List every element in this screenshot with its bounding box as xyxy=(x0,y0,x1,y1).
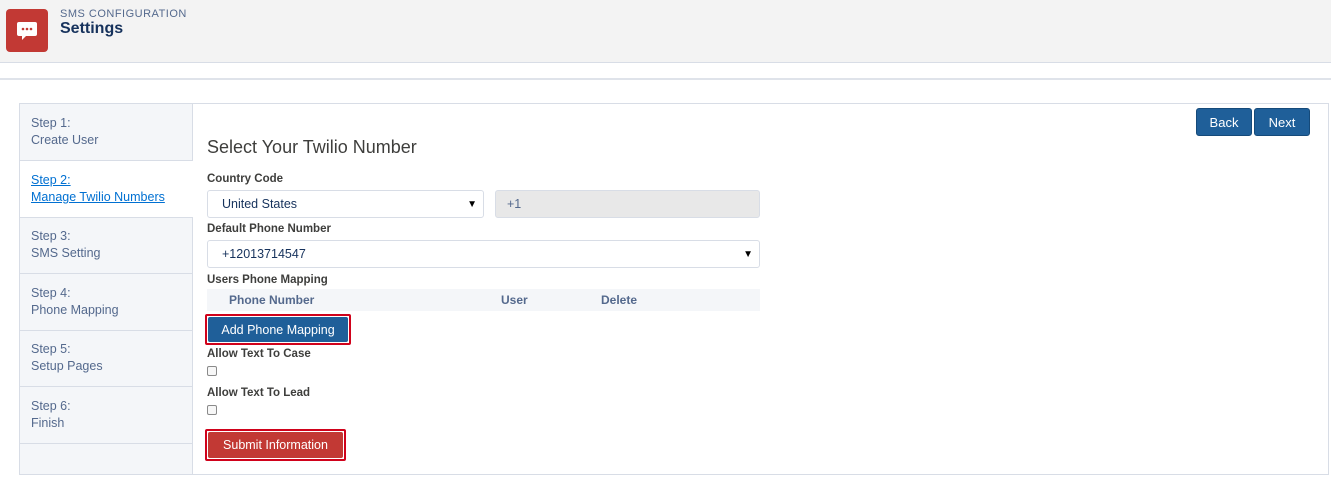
country-select-value: United States xyxy=(222,197,298,211)
sidebar-item-step-1[interactable]: Step 1: Create User xyxy=(20,104,193,161)
step-label: Setup Pages xyxy=(31,359,103,373)
country-select[interactable]: United States ▼ xyxy=(207,190,484,218)
chat-bubble-icon xyxy=(6,9,48,52)
users-mapping-label: Users Phone Mapping xyxy=(207,274,328,286)
wizard-panel: Step 1: Create User Step 2: Manage Twili… xyxy=(19,103,1329,475)
column-phone-number: Phone Number xyxy=(229,293,315,307)
allow-lead-checkbox[interactable] xyxy=(207,405,217,415)
default-phone-select[interactable]: +12013714547 ▼ xyxy=(207,240,760,268)
mapping-table-header: Phone Number User Delete xyxy=(207,289,760,311)
allow-case-checkbox[interactable] xyxy=(207,366,217,376)
dial-code-field: +1 xyxy=(495,190,760,218)
step-label: Finish xyxy=(31,416,65,430)
divider xyxy=(0,78,1331,80)
caret-down-icon: ▼ xyxy=(743,249,753,260)
allow-lead-label: Allow Text To Lead xyxy=(207,387,311,399)
section-title: Select Your Twilio Number xyxy=(207,137,417,157)
sidebar-item-step-4[interactable]: Step 4: Phone Mapping xyxy=(20,274,193,331)
step-label: Phone Mapping xyxy=(31,303,119,317)
caret-down-icon: ▼ xyxy=(467,199,477,210)
step-number: Step 2: xyxy=(31,173,71,187)
add-phone-mapping-button[interactable]: Add Phone Mapping xyxy=(208,317,348,342)
column-delete: Delete xyxy=(601,293,638,307)
step-number: Step 4: xyxy=(31,286,71,300)
sidebar-item-step-6[interactable]: Step 6: Finish xyxy=(20,387,193,444)
back-button[interactable]: Back xyxy=(1196,108,1252,136)
steps-sidebar: Step 1: Create User Step 2: Manage Twili… xyxy=(20,104,193,474)
submit-information-button[interactable]: Submit Information xyxy=(208,432,343,458)
sidebar-item-step-5[interactable]: Step 5: Setup Pages xyxy=(20,330,193,387)
default-phone-value: +12013714547 xyxy=(222,247,306,261)
column-user: User xyxy=(501,293,528,307)
next-button[interactable]: Next xyxy=(1254,108,1310,136)
step-number: Step 6: xyxy=(31,399,71,413)
page-title: Settings xyxy=(60,20,124,37)
step-number: Step 1: xyxy=(31,116,71,130)
step-label: Create User xyxy=(31,133,99,147)
dial-code-value: +1 xyxy=(507,197,522,211)
allow-case-label: Allow Text To Case xyxy=(207,348,311,360)
step-label: SMS Setting xyxy=(31,246,101,260)
step-content: Back Next Select Your Twilio Number Coun… xyxy=(193,104,1328,474)
country-code-label: Country Code xyxy=(207,173,284,185)
header-kicker: SMS CONFIGURATION xyxy=(60,8,187,20)
default-phone-label: Default Phone Number xyxy=(207,223,331,235)
sidebar-item-step-2[interactable]: Step 2: Manage Twilio Numbers xyxy=(20,161,193,218)
step-number: Step 3: xyxy=(31,229,71,243)
step-label: Manage Twilio Numbers xyxy=(31,190,165,204)
step-number: Step 5: xyxy=(31,342,71,356)
sidebar-item-step-3[interactable]: Step 3: SMS Setting xyxy=(20,217,193,274)
page-header: SMS CONFIGURATION Settings xyxy=(0,0,1331,63)
